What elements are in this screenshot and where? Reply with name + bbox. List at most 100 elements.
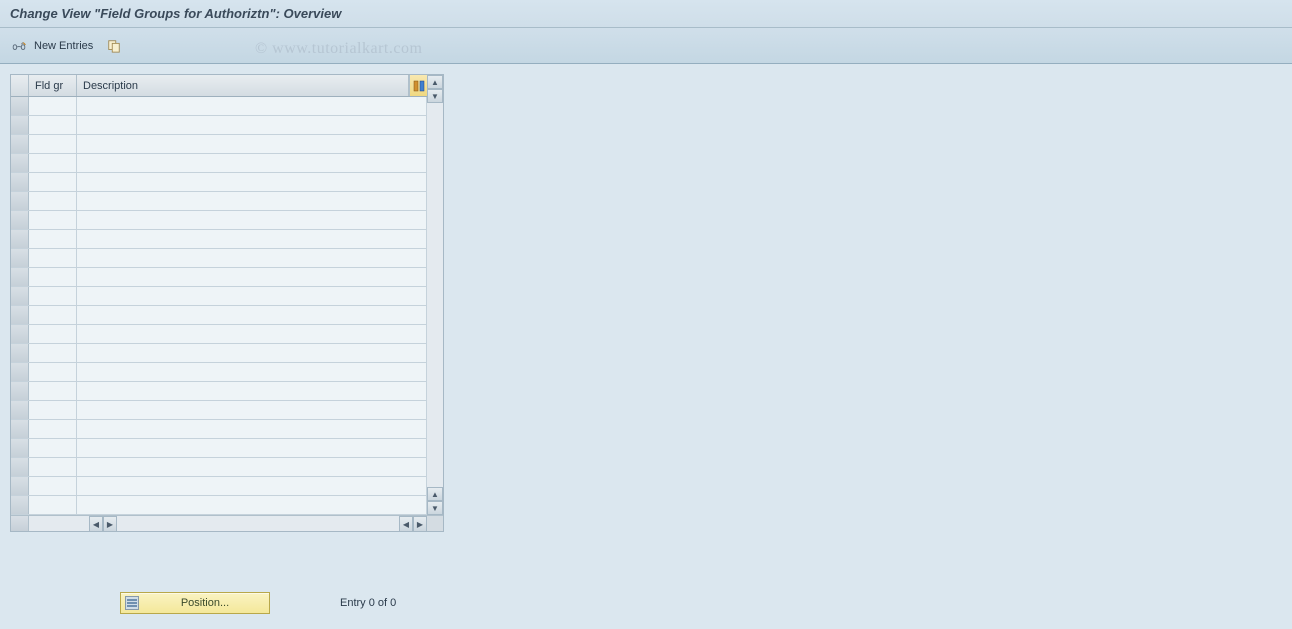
row-selector[interactable] — [11, 382, 29, 400]
cell-description[interactable] — [77, 173, 427, 191]
row-selector[interactable] — [11, 306, 29, 324]
row-selector[interactable] — [11, 192, 29, 210]
table-row — [11, 420, 427, 439]
table-row — [11, 496, 427, 515]
cell-fld-gr[interactable] — [29, 306, 77, 324]
cell-description[interactable] — [77, 268, 427, 286]
row-selector[interactable] — [11, 496, 29, 514]
cell-description[interactable] — [77, 344, 427, 362]
cell-fld-gr[interactable] — [29, 382, 77, 400]
scroll-up-step-button[interactable]: ▲ — [427, 487, 443, 501]
position-button[interactable]: Position... — [120, 592, 270, 614]
row-selector[interactable] — [11, 173, 29, 191]
select-all-header[interactable] — [11, 75, 29, 96]
cell-fld-gr[interactable] — [29, 154, 77, 172]
row-selector[interactable] — [11, 420, 29, 438]
row-selector[interactable] — [11, 135, 29, 153]
horizontal-scrollbar: ◀ ▶ ◀ ▶ — [11, 515, 443, 531]
cell-description[interactable] — [77, 135, 427, 153]
cell-description[interactable] — [77, 496, 427, 514]
new-entries-button[interactable]: New Entries — [34, 40, 93, 52]
row-selector[interactable] — [11, 97, 29, 115]
row-selector[interactable] — [11, 458, 29, 476]
cell-fld-gr[interactable] — [29, 249, 77, 267]
cell-fld-gr[interactable] — [29, 420, 77, 438]
table-container: Fld gr Description — [10, 74, 444, 532]
cell-description[interactable] — [77, 363, 427, 381]
table-row — [11, 135, 427, 154]
scroll-up-button[interactable]: ▲ — [427, 75, 443, 89]
title-bar: Change View "Field Groups for Authoriztn… — [0, 0, 1292, 28]
row-selector[interactable] — [11, 230, 29, 248]
cell-description[interactable] — [77, 211, 427, 229]
scroll-right-step-button[interactable]: ▶ — [103, 516, 117, 532]
table-row — [11, 477, 427, 496]
row-selector[interactable] — [11, 211, 29, 229]
cell-description[interactable] — [77, 249, 427, 267]
cell-description[interactable] — [77, 477, 427, 495]
cell-fld-gr[interactable] — [29, 230, 77, 248]
row-selector[interactable] — [11, 439, 29, 457]
table-settings-icon[interactable] — [409, 75, 427, 96]
copy-as-icon[interactable] — [105, 37, 123, 55]
row-selector[interactable] — [11, 268, 29, 286]
table-row — [11, 401, 427, 420]
row-selector[interactable] — [11, 249, 29, 267]
cell-description[interactable] — [77, 458, 427, 476]
scroll-corner — [427, 516, 443, 531]
row-selector[interactable] — [11, 344, 29, 362]
cell-description[interactable] — [77, 439, 427, 457]
cell-fld-gr[interactable] — [29, 135, 77, 153]
cell-fld-gr[interactable] — [29, 439, 77, 457]
toggle-display-change-icon[interactable] — [10, 37, 28, 55]
entry-status: Entry 0 of 0 — [340, 597, 396, 609]
cell-fld-gr[interactable] — [29, 211, 77, 229]
cell-fld-gr[interactable] — [29, 363, 77, 381]
row-selector[interactable] — [11, 116, 29, 134]
vscroll-track[interactable] — [427, 103, 443, 487]
cell-fld-gr[interactable] — [29, 325, 77, 343]
cell-description[interactable] — [77, 420, 427, 438]
row-selector[interactable] — [11, 401, 29, 419]
table-row — [11, 211, 427, 230]
scroll-down-step-button[interactable]: ▼ — [427, 89, 443, 103]
cell-fld-gr[interactable] — [29, 97, 77, 115]
cell-description[interactable] — [77, 154, 427, 172]
row-selector[interactable] — [11, 287, 29, 305]
column-header-description[interactable]: Description — [77, 75, 409, 96]
hscroll-track[interactable] — [117, 516, 399, 531]
column-header-fld-gr[interactable]: Fld gr — [29, 75, 77, 96]
scroll-left-step-button[interactable]: ◀ — [399, 516, 413, 532]
cell-fld-gr[interactable] — [29, 268, 77, 286]
cell-description[interactable] — [77, 97, 427, 115]
cell-description[interactable] — [77, 325, 427, 343]
cell-description[interactable] — [77, 230, 427, 248]
cell-fld-gr[interactable] — [29, 458, 77, 476]
table-row — [11, 97, 427, 116]
row-selector[interactable] — [11, 363, 29, 381]
table-header: Fld gr Description — [11, 75, 427, 97]
cell-description[interactable] — [77, 116, 427, 134]
cell-description[interactable] — [77, 192, 427, 210]
cell-fld-gr[interactable] — [29, 344, 77, 362]
cell-fld-gr[interactable] — [29, 287, 77, 305]
cell-description[interactable] — [77, 287, 427, 305]
cell-description[interactable] — [77, 382, 427, 400]
cell-fld-gr[interactable] — [29, 401, 77, 419]
scroll-down-button[interactable]: ▼ — [427, 501, 443, 515]
table-row — [11, 306, 427, 325]
row-selector[interactable] — [11, 477, 29, 495]
cell-fld-gr[interactable] — [29, 173, 77, 191]
scroll-right-button[interactable]: ▶ — [413, 516, 427, 532]
table-row — [11, 287, 427, 306]
cell-fld-gr[interactable] — [29, 116, 77, 134]
cell-fld-gr[interactable] — [29, 192, 77, 210]
row-selector[interactable] — [11, 325, 29, 343]
cell-fld-gr[interactable] — [29, 496, 77, 514]
cell-description[interactable] — [77, 401, 427, 419]
scroll-left-button[interactable]: ◀ — [89, 516, 103, 532]
row-selector[interactable] — [11, 154, 29, 172]
table-body — [11, 97, 427, 515]
cell-description[interactable] — [77, 306, 427, 324]
cell-fld-gr[interactable] — [29, 477, 77, 495]
